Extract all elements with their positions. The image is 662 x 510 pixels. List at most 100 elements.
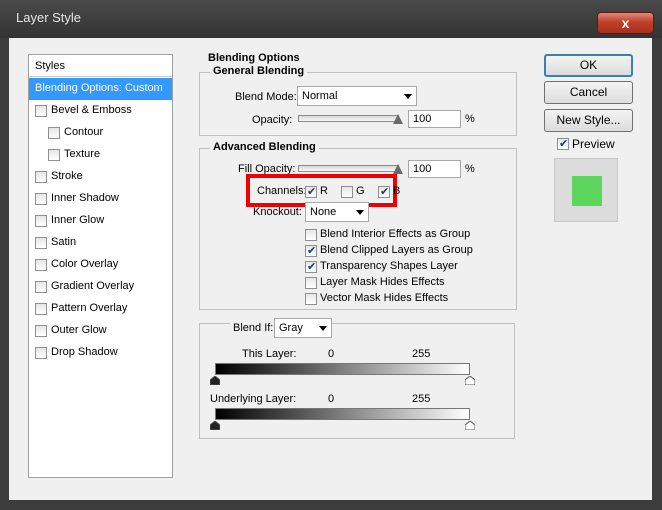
fill-opacity-slider-track[interactable]: [298, 165, 398, 172]
option-layer-mask-hides-effects-label: Layer Mask Hides Effects: [320, 276, 445, 288]
preview-swatch: [572, 176, 602, 206]
option-transparency-shapes-layer-checkbox[interactable]: ✔: [305, 261, 317, 273]
style-checkbox-inner-glow[interactable]: [35, 215, 47, 227]
style-item-pattern-overlay[interactable]: Pattern Overlay: [29, 298, 172, 320]
title-bar[interactable]: Layer Style x: [0, 0, 662, 38]
channel-g-label: G: [356, 185, 365, 197]
dropdown-arrow-icon: [404, 94, 412, 99]
underlying-layer-label: Underlying Layer:: [210, 393, 297, 405]
option-blend-clipped-layers-as-group-label: Blend Clipped Layers as Group: [320, 244, 473, 256]
style-item-bevel-emboss[interactable]: Bevel & Emboss: [29, 100, 172, 122]
style-item-texture[interactable]: Texture: [29, 144, 172, 166]
blend-if-group: Blend If: Gray This Layer: 0 255 Underly…: [199, 318, 515, 439]
option-blend-clipped-layers-as-group-checkbox[interactable]: ✔: [305, 245, 317, 257]
this-layer-white-slider[interactable]: [465, 376, 475, 385]
style-item-label: Outer Glow: [51, 324, 107, 336]
blend-if-select[interactable]: Gray: [274, 318, 332, 338]
style-item-satin[interactable]: Satin: [29, 232, 172, 254]
opacity-value: 100: [413, 113, 432, 125]
knockout-select[interactable]: None: [305, 202, 369, 222]
fill-opacity-unit: %: [465, 163, 475, 175]
checkmark-icon: ✔: [380, 186, 390, 198]
dialog-body: Styles Blending Options: Custom Bevel & E…: [9, 38, 652, 500]
style-item-gradient-overlay[interactable]: Gradient Overlay: [29, 276, 172, 298]
style-checkbox-inner-shadow[interactable]: [35, 193, 47, 205]
knockout-label: Knockout:: [253, 206, 302, 218]
style-checkbox-color-overlay[interactable]: [35, 259, 47, 271]
fill-opacity-slider-thumb[interactable]: [393, 164, 403, 174]
preview-checkbox[interactable]: ✔: [557, 138, 569, 150]
this-layer-label: This Layer:: [242, 348, 297, 360]
window-title: Layer Style: [16, 10, 82, 25]
channel-b-checkbox[interactable]: ✔: [378, 186, 390, 198]
cancel-button[interactable]: Cancel: [544, 81, 633, 104]
option-vector-mask-hides-effects-label: Vector Mask Hides Effects: [320, 292, 449, 304]
opacity-slider-thumb[interactable]: [393, 114, 403, 124]
style-checkbox-contour[interactable]: [48, 127, 60, 139]
checkmark-icon: ✔: [307, 186, 317, 198]
style-item-label: Blending Options: Custom: [35, 82, 163, 94]
underlying-layer-black-slider[interactable]: [210, 421, 220, 430]
option-vector-mask-hides-effects-checkbox[interactable]: [305, 293, 317, 305]
this-layer-black-slider[interactable]: [210, 376, 220, 385]
blend-mode-value: Normal: [302, 90, 338, 102]
blend-mode-select[interactable]: Normal: [297, 86, 417, 106]
style-checkbox-satin[interactable]: [35, 237, 47, 249]
checkmark-icon: ✔: [559, 138, 569, 150]
new-style-button[interactable]: New Style...: [544, 109, 633, 132]
general-blending-group: General Blending Blend Mode: Normal Opac…: [199, 65, 517, 136]
channels-label: Channels:: [257, 185, 307, 197]
style-item-outer-glow[interactable]: Outer Glow: [29, 320, 172, 342]
channel-r-checkbox[interactable]: ✔: [305, 186, 317, 198]
style-item-label: Stroke: [51, 170, 83, 182]
style-item-drop-shadow[interactable]: Drop Shadow: [29, 342, 172, 364]
underlying-layer-white-slider[interactable]: [465, 421, 475, 430]
style-item-label: Bevel & Emboss: [51, 104, 132, 116]
blend-if-label: Blend If:: [230, 322, 277, 334]
dropdown-arrow-icon: [319, 326, 327, 331]
style-item-color-overlay[interactable]: Color Overlay: [29, 254, 172, 276]
opacity-input[interactable]: 100: [408, 110, 461, 128]
style-checkbox-pattern-overlay[interactable]: [35, 303, 47, 315]
option-blend-interior-effects-as-group-checkbox[interactable]: [305, 229, 317, 241]
style-checkbox-texture[interactable]: [48, 149, 60, 161]
style-checkbox-outer-glow[interactable]: [35, 325, 47, 337]
fill-opacity-input[interactable]: 100: [408, 160, 461, 178]
style-item-label: Inner Glow: [51, 214, 105, 226]
knockout-value: None: [310, 206, 337, 218]
dropdown-arrow-icon: [356, 210, 364, 215]
ok-button[interactable]: OK: [544, 54, 633, 77]
option-layer-mask-hides-effects-checkbox[interactable]: [305, 277, 317, 289]
this-layer-max: 255: [412, 348, 431, 360]
this-layer-min: 0: [328, 348, 335, 360]
style-item-label: Contour: [64, 126, 104, 138]
underlying-layer-gradient: [215, 408, 470, 420]
style-checkbox-gradient-overlay[interactable]: [35, 281, 47, 293]
advanced-blending-title: Advanced Blending: [210, 141, 319, 153]
style-item-label: Texture: [64, 148, 101, 160]
style-item-contour[interactable]: Contour: [29, 122, 172, 144]
opacity-slider-track[interactable]: [298, 115, 398, 122]
close-button[interactable]: x: [597, 12, 654, 34]
style-item-stroke[interactable]: Stroke: [29, 166, 172, 188]
style-item-label: Satin: [51, 236, 77, 248]
channel-g-checkbox[interactable]: [341, 186, 353, 198]
layer-style-dialog: Layer Style x Styles Blending Options: C…: [0, 0, 662, 510]
style-item-inner-shadow[interactable]: Inner Shadow: [29, 188, 172, 210]
style-checkbox-bevel-emboss[interactable]: [35, 105, 47, 117]
styles-header[interactable]: Styles: [29, 55, 172, 77]
style-checkbox-drop-shadow[interactable]: [35, 347, 47, 359]
option-transparency-shapes-layer-label: Transparency Shapes Layer: [320, 260, 458, 272]
style-item-label: Drop Shadow: [51, 346, 118, 358]
style-item-blending-options-custom[interactable]: Blending Options: Custom: [29, 78, 172, 100]
underlying-layer-max: 255: [412, 393, 431, 405]
advanced-blending-group: Advanced Blending Fill Opacity: 100 % Ch…: [199, 141, 517, 310]
underlying-layer-min: 0: [328, 393, 335, 405]
style-item-inner-glow[interactable]: Inner Glow: [29, 210, 172, 232]
preview-label: Preview: [572, 137, 615, 151]
checkmark-icon: ✔: [307, 261, 317, 273]
blend-mode-label: Blend Mode:: [235, 91, 297, 103]
style-checkbox-stroke[interactable]: [35, 171, 47, 183]
general-blending-title: General Blending: [210, 65, 308, 77]
preview-box: [554, 158, 618, 222]
